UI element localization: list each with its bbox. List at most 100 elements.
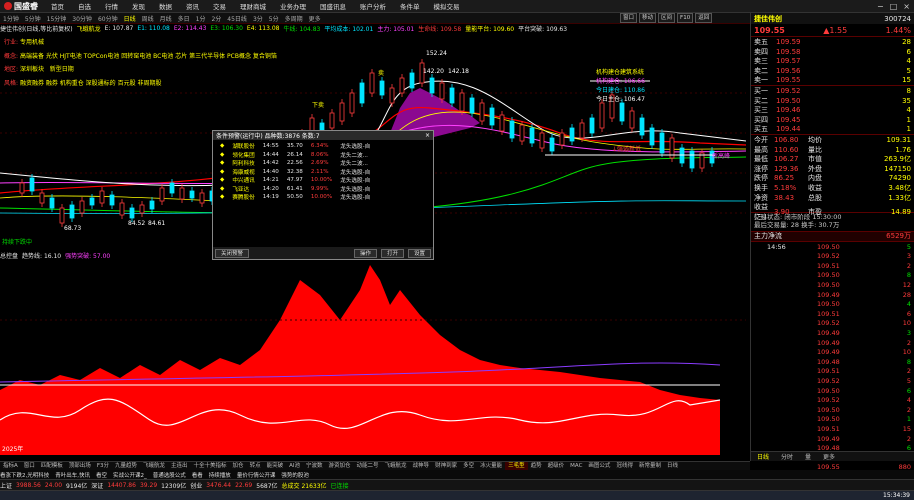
alert-row[interactable]: ◆ 阿利科技 14:42 22.56 2.69% 龙头二波...	[216, 159, 374, 168]
popup-title-bar[interactable]: 条件预警(运行中) 品种数:3876 条数:7 ×	[213, 131, 433, 140]
indicator-tab[interactable]: 主连出	[168, 462, 191, 470]
period-tab[interactable]: 更多	[306, 14, 324, 23]
panel-tab[interactable]: 更多	[817, 452, 841, 461]
app-logo[interactable]: 国盛睿	[0, 1, 44, 12]
indicator-tab[interactable]: 新常量制	[636, 462, 664, 470]
chart-tool-button[interactable]: 窗口	[620, 13, 638, 23]
indicator-tab[interactable]: AI池	[286, 462, 303, 470]
chart-tool-button[interactable]: 区间	[658, 13, 676, 23]
indicator-tab[interactable]: 冠线得	[613, 462, 636, 470]
order-book-row[interactable]: 买三 109.46 4	[751, 105, 914, 115]
order-book-row[interactable]: 买一 109.52 8	[751, 86, 914, 96]
period-tab[interactable]: 5分	[266, 14, 282, 23]
maximize-icon[interactable]: □	[890, 2, 898, 11]
period-tab[interactable]: 多周期	[282, 14, 306, 23]
period-tab[interactable]: 周线	[139, 14, 157, 23]
minimize-icon[interactable]: −	[877, 2, 884, 11]
news-item[interactable]: 实战公开课2_	[113, 471, 147, 479]
news-item[interactable]: 持续播放	[209, 471, 231, 479]
indicator-tab[interactable]: 指标A	[0, 462, 21, 470]
indicator-tab[interactable]: 顶部出场	[66, 462, 94, 470]
menu-item[interactable]: 业务办理	[273, 1, 313, 11]
menu-item[interactable]: 国盛讯息	[313, 1, 353, 11]
menu-item[interactable]: 自选	[71, 1, 98, 11]
indicator-tab[interactable]: 转点	[247, 462, 264, 470]
menu-item[interactable]: 条件单	[393, 1, 427, 11]
indicator-tab[interactable]: 加仓	[230, 462, 247, 470]
period-tab[interactable]: 月线	[157, 14, 175, 23]
order-book-row[interactable]: 卖三 109.57 4	[751, 56, 914, 66]
order-book-row[interactable]: 卖五 109.59 28	[751, 37, 914, 47]
panel-tab[interactable]: 量	[799, 452, 817, 461]
indicator-tab[interactable]: 游资加仓	[326, 462, 354, 470]
period-tab[interactable]: 5分钟	[22, 14, 44, 23]
alert-row[interactable]: ◆ 领化集团 14:44 26.14 8.06% 龙头二波...	[216, 151, 374, 160]
indicator-tab[interactable]: 窗口	[21, 462, 38, 470]
period-tab[interactable]: 15分钟	[44, 14, 70, 23]
period-tab[interactable]: 日线	[121, 14, 139, 23]
period-tab[interactable]: 45日线	[224, 14, 250, 23]
order-book-row[interactable]: 买五 109.44 1	[751, 124, 914, 134]
order-book-row[interactable]: 买二 109.50 35	[751, 96, 914, 106]
indicator-tab[interactable]: 飞蛾航龙	[140, 462, 168, 470]
news-item[interactable]: 看涨下跌2,光明科技	[0, 471, 49, 479]
menu-item[interactable]: 数据	[152, 1, 179, 11]
popup-close-icon[interactable]: ×	[425, 132, 430, 139]
order-book-row[interactable]: 卖二 109.56 5	[751, 66, 914, 76]
indicator-tab[interactable]: 匹配模板	[38, 462, 66, 470]
indicator-tab[interactable]: F3分	[94, 462, 112, 470]
alert-popup[interactable]: 条件预警(运行中) 品种数:3876 条数:7 × ◆ 湖联股份 14:55 35.7…	[212, 130, 434, 260]
menu-item[interactable]: 理财商城	[233, 1, 273, 11]
chart-tool-button[interactable]: F10	[677, 13, 694, 23]
period-tab[interactable]: 多日	[175, 14, 193, 23]
indicator-tab[interactable]: 九量趋势	[112, 462, 140, 470]
indicator-tab[interactable]: 能突破	[264, 462, 287, 470]
period-tab[interactable]: 60分钟	[95, 14, 121, 23]
menu-item[interactable]: 发现	[125, 1, 152, 11]
menu-item[interactable]: 行情	[98, 1, 125, 11]
indicator-tab[interactable]: 日线	[664, 462, 681, 470]
close-icon[interactable]: ×	[903, 2, 910, 11]
period-tab[interactable]: 1分钟	[0, 14, 22, 23]
period-tab[interactable]: 1分	[193, 14, 209, 23]
period-tab[interactable]: 3分	[250, 14, 266, 23]
alert-row[interactable]: ◆ 赛腾股份 14:19 50.50 10.00% 龙头选股-自	[216, 193, 374, 202]
order-book-row[interactable]: 卖一 109.55 15	[751, 75, 914, 85]
indicator-tab[interactable]: 冰火量能	[477, 462, 505, 470]
chart-tool-button[interactable]: 移动	[639, 13, 657, 23]
news-item[interactable]: 强势的股池	[281, 471, 309, 479]
indicator-tab[interactable]: 财神到家	[432, 462, 460, 470]
indicator-tab[interactable]: 飞蛾航龙	[382, 462, 410, 470]
chart-tool-button[interactable]: 返回	[695, 13, 713, 23]
news-item[interactable]: 量价行情公开课	[237, 471, 276, 479]
news-item[interactable]: 看空	[96, 471, 107, 479]
menu-item[interactable]: 资讯	[179, 1, 206, 11]
alert-row[interactable]: ◆ 海康威视 14:40 32.38 2.11% 龙头选股-自	[216, 168, 374, 177]
order-book-row[interactable]: 卖四 109.58 6	[751, 47, 914, 57]
menu-item[interactable]: 首页	[44, 1, 71, 11]
panel-tab[interactable]: 分时	[775, 452, 799, 461]
control-indicator-chart[interactable]: 2025年	[0, 260, 746, 455]
order-book-row[interactable]: 买四 109.45 1	[751, 115, 914, 125]
menu-item[interactable]: 模拟交易	[427, 1, 467, 11]
indicator-tab[interactable]: 趋势	[528, 462, 545, 470]
period-tab[interactable]: 30分钟	[69, 14, 95, 23]
indicator-tab[interactable]: 三毛型	[505, 462, 528, 470]
alert-row[interactable]: ◆ 飞亚达 14:20 61.41 9.99% 龙头选股-自	[216, 185, 374, 194]
indicator-tab[interactable]: 多空	[460, 462, 477, 470]
indicator-tab[interactable]: 战神导	[410, 462, 433, 470]
indicator-tab[interactable]: 宁波数	[303, 462, 326, 470]
indicator-tab[interactable]: 画图公式	[585, 462, 613, 470]
news-item[interactable]: 看看	[192, 471, 203, 479]
panel-tab[interactable]: 日线	[751, 452, 775, 461]
tick-list[interactable]: 14:56 109.50 5 109.52 3 109.51 2 109.50 8 109.50 1…	[751, 240, 914, 472]
indicator-tab[interactable]: 超级价	[545, 462, 568, 470]
alert-row[interactable]: ◆ 湖联股份 14:55 35.70 6.34% 龙头选股-自	[216, 142, 374, 151]
news-item[interactable]: 普通选股公式	[153, 471, 186, 479]
period-tab[interactable]: 2分	[208, 14, 224, 23]
menu-item[interactable]: 交易	[206, 1, 233, 11]
news-item[interactable]: 青叶出车,快讯	[55, 471, 90, 479]
indicator-tab[interactable]: MAC	[567, 462, 585, 470]
indicator-tab[interactable]: 十全十美指标	[191, 462, 230, 470]
indicator-tab[interactable]: 动能二号	[354, 462, 382, 470]
